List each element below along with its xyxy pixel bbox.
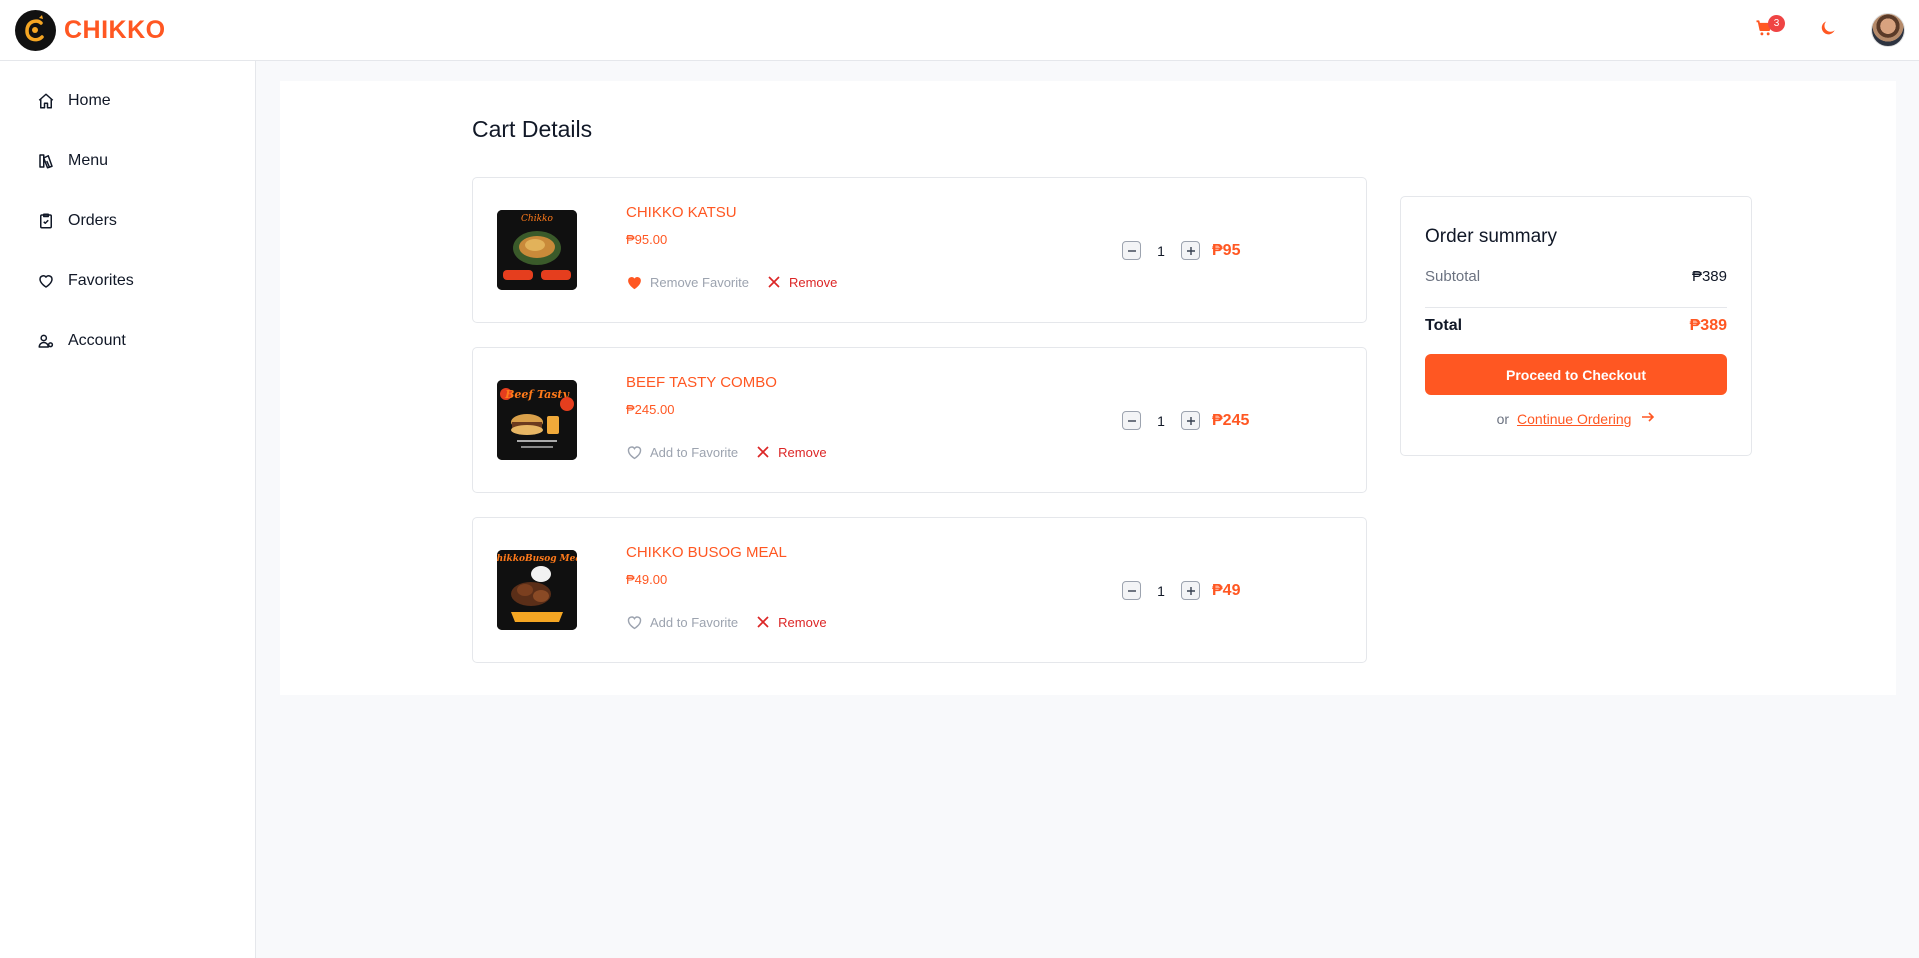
total-row: Total ₱389 bbox=[1425, 317, 1727, 335]
line-total: ₱49 bbox=[1212, 581, 1241, 599]
moon-icon[interactable] bbox=[1818, 18, 1838, 43]
quantity-value: 1 bbox=[1157, 242, 1165, 259]
item-name[interactable]: CHIKKO KATSU bbox=[626, 204, 737, 221]
item-price: ₱95.00 bbox=[626, 232, 668, 247]
heart-icon bbox=[36, 271, 56, 291]
heart-outline-icon bbox=[627, 616, 642, 630]
heart-outline-icon bbox=[627, 446, 642, 460]
add-to-favorite-button[interactable]: Add to Favorite bbox=[626, 614, 738, 630]
increase-quantity-button[interactable] bbox=[1181, 241, 1200, 260]
close-icon bbox=[757, 616, 769, 628]
summary-title: Order summary bbox=[1425, 226, 1557, 247]
decrease-quantity-button[interactable] bbox=[1122, 411, 1141, 430]
sidebar-item-label: Favorites bbox=[68, 272, 134, 289]
increase-quantity-button[interactable] bbox=[1181, 581, 1200, 600]
favorite-label: Add to Favorite bbox=[650, 444, 739, 460]
cart-item: ChikkoBusog Meal CHIKKO BUSOG MEAL ₱49.0… bbox=[472, 517, 1367, 663]
total-label: Total bbox=[1425, 317, 1463, 334]
quantity-value: 1 bbox=[1157, 582, 1165, 599]
minus-icon bbox=[1127, 249, 1136, 252]
proceed-to-checkout-button[interactable]: Proceed to Checkout bbox=[1425, 354, 1727, 395]
decrease-quantity-button[interactable] bbox=[1122, 581, 1141, 600]
continue-ordering-row: or Continue Ordering bbox=[1401, 410, 1751, 428]
sidebar-item-menu[interactable]: Menu bbox=[36, 149, 108, 173]
line-total: ₱245 bbox=[1212, 411, 1250, 429]
product-image: Chikko bbox=[497, 210, 577, 290]
continue-ordering-link[interactable]: Continue Ordering bbox=[1517, 411, 1631, 427]
decrease-quantity-button[interactable] bbox=[1122, 241, 1141, 260]
sidebar-item-label: Home bbox=[68, 92, 111, 109]
total-value: ₱389 bbox=[1689, 317, 1727, 334]
close-icon bbox=[768, 276, 780, 288]
add-to-favorite-button[interactable]: Add to Favorite bbox=[626, 444, 738, 460]
clipboard-icon bbox=[36, 211, 56, 231]
remove-button[interactable]: Remove bbox=[756, 614, 827, 630]
sidebar-item-label: Menu bbox=[68, 152, 109, 169]
chikko-logo-icon bbox=[15, 10, 56, 51]
sidebar-item-label: Account bbox=[68, 332, 126, 349]
item-actions: Add to Favorite Remove bbox=[626, 444, 827, 460]
svg-text:ChikkoBusog Meal: ChikkoBusog Meal bbox=[497, 554, 577, 564]
main-content: Cart Details Chikko CHIKKO KATSU ₱95.00 bbox=[256, 61, 1919, 958]
sidebar-item-home[interactable]: Home bbox=[36, 89, 111, 113]
cart-item: Chikko CHIKKO KATSU ₱95.00 Remove Favori… bbox=[472, 177, 1367, 323]
summary-divider bbox=[1425, 307, 1727, 308]
favorite-label: Remove Favorite bbox=[650, 274, 749, 290]
sidebar-item-orders[interactable]: Orders bbox=[36, 209, 117, 233]
item-name[interactable]: BEEF TASTY COMBO bbox=[626, 374, 777, 391]
increase-quantity-button[interactable] bbox=[1181, 411, 1200, 430]
remove-favorite-button[interactable]: Remove Favorite bbox=[626, 274, 749, 290]
sidebar-item-favorites[interactable]: Favorites bbox=[36, 269, 134, 293]
minus-icon bbox=[1127, 589, 1136, 592]
favorite-label: Add to Favorite bbox=[650, 614, 739, 630]
item-actions: Add to Favorite Remove bbox=[626, 614, 827, 630]
brand-logo[interactable]: CHIKKO bbox=[15, 10, 166, 51]
home-icon bbox=[36, 91, 56, 111]
plus-icon bbox=[1186, 246, 1195, 255]
plus-icon bbox=[1186, 416, 1195, 425]
remove-button[interactable]: Remove bbox=[767, 275, 837, 290]
subtotal-label: Subtotal bbox=[1425, 268, 1481, 285]
item-actions: Remove Favorite Remove bbox=[626, 274, 837, 290]
item-price: ₱49.00 bbox=[626, 572, 668, 587]
item-price: ₱245.00 bbox=[626, 402, 675, 417]
sidebar: Home Menu Orders Favorites Account bbox=[0, 61, 256, 958]
subtotal-value: ₱389 bbox=[1691, 268, 1727, 285]
remove-label: Remove bbox=[788, 274, 838, 290]
remove-label: Remove bbox=[778, 614, 827, 630]
cart-panel: Cart Details Chikko CHIKKO KATSU ₱95.00 bbox=[280, 81, 1896, 695]
remove-button[interactable]: Remove bbox=[756, 444, 827, 460]
remove-label: Remove bbox=[778, 444, 827, 460]
page-title: Cart Details bbox=[472, 116, 593, 142]
svg-text:Chikko: Chikko bbox=[521, 214, 553, 224]
cart-item: Beef Tasty BEEF TASTY COMBO ₱245.00 Add … bbox=[472, 347, 1367, 493]
plus-icon bbox=[1186, 586, 1195, 595]
sidebar-item-label: Orders bbox=[68, 212, 117, 229]
sidebar-item-account[interactable]: Account bbox=[36, 329, 126, 353]
top-header: CHIKKO 3 bbox=[0, 0, 1919, 61]
product-image: ChikkoBusog Meal bbox=[497, 550, 577, 630]
subtotal-row: Subtotal ₱389 bbox=[1425, 268, 1727, 285]
item-name[interactable]: CHIKKO BUSOG MEAL bbox=[626, 544, 787, 561]
quantity-stepper: 1 ₱245 bbox=[1122, 411, 1249, 430]
brand-name: CHIKKO bbox=[64, 16, 166, 44]
quantity-stepper: 1 ₱49 bbox=[1122, 581, 1240, 600]
quantity-stepper: 1 ₱95 bbox=[1122, 241, 1240, 260]
svg-text:Beef Tasty: Beef Tasty bbox=[504, 388, 570, 401]
menu-book-icon bbox=[36, 151, 56, 171]
quantity-value: 1 bbox=[1157, 412, 1165, 429]
line-total: ₱95 bbox=[1212, 241, 1241, 259]
user-avatar[interactable] bbox=[1871, 13, 1905, 47]
user-icon bbox=[36, 331, 56, 351]
or-label: or bbox=[1496, 411, 1510, 427]
product-image: Beef Tasty bbox=[497, 380, 577, 460]
minus-icon bbox=[1127, 419, 1136, 422]
heart-filled-icon bbox=[628, 277, 641, 290]
cart-count-badge: 3 bbox=[1768, 15, 1785, 32]
close-icon bbox=[757, 446, 769, 458]
arrow-right-icon[interactable] bbox=[1641, 410, 1655, 428]
order-summary: Order summary Subtotal ₱389 Total ₱389 P… bbox=[1400, 196, 1752, 456]
